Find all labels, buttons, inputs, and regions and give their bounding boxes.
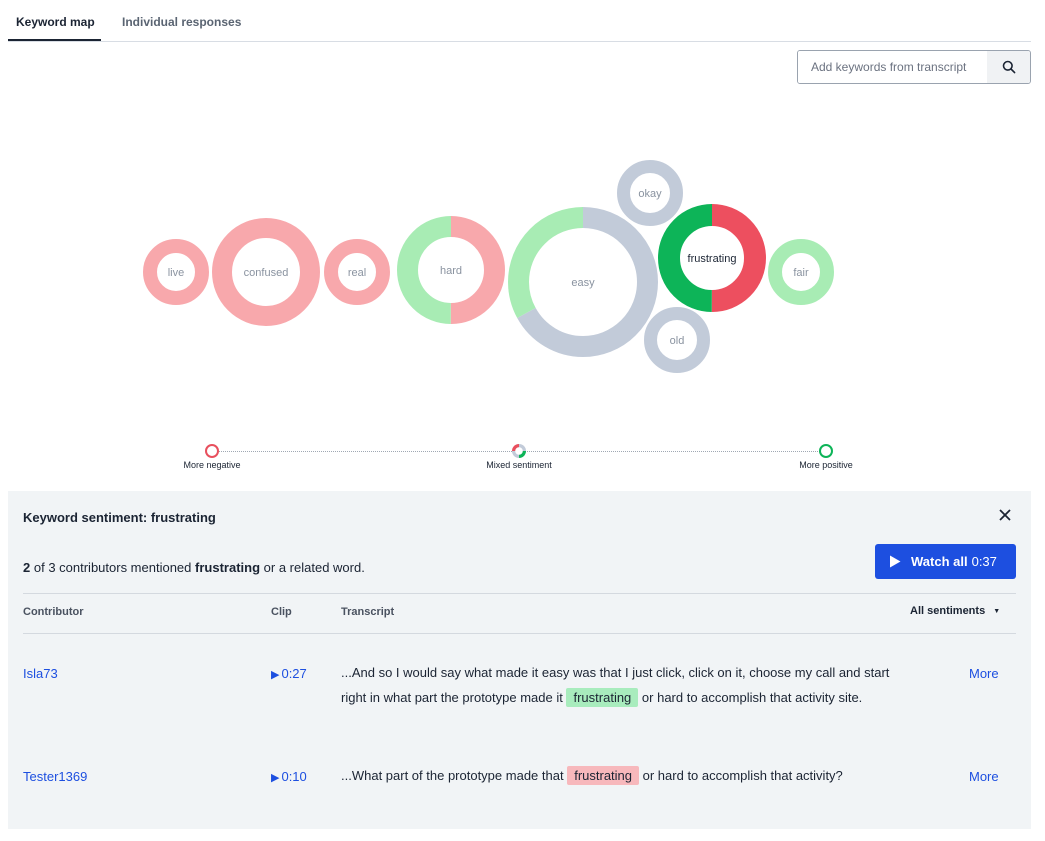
keyword-bubble-frustrating[interactable]: frustrating (658, 204, 766, 312)
mixed-marker (512, 444, 526, 458)
watch-all-duration: 0:37 (971, 554, 997, 569)
divider (23, 593, 1016, 594)
keyword-highlight: frustrating (567, 766, 640, 785)
summary-text-1: of 3 contributors mentioned (33, 560, 192, 575)
keyword-sentiment-panel: Keyword sentiment: frustrating 2 of 3 co… (8, 491, 1031, 829)
keyword-bubble-old[interactable]: old (644, 307, 710, 373)
search-button[interactable] (987, 51, 1030, 83)
active-tab-indicator (8, 39, 101, 41)
keyword-bubble-real[interactable]: real (324, 239, 390, 305)
keyword-highlight: frustrating (566, 687, 639, 707)
caret-down-icon: ▼ (993, 607, 1001, 615)
positive-marker (819, 444, 833, 458)
search-icon (1002, 60, 1015, 74)
keyword-bubble-live[interactable]: live (143, 239, 209, 305)
play-icon: ▶ (271, 772, 280, 784)
keyword-bubble-okay[interactable]: okay (617, 160, 683, 226)
transcript-text: ...And so I would say what made it easy … (341, 661, 901, 710)
bubble-label: fair (793, 267, 809, 279)
close-button[interactable] (995, 505, 1015, 525)
transcript-after: or hard to accomplish that activity site… (641, 689, 863, 705)
play-icon: ▶ (271, 669, 280, 681)
negative-label: More negative (183, 460, 241, 470)
summary-keyword: frustrating (195, 560, 261, 575)
bubble-label: easy (571, 277, 595, 289)
mention-summary: 2 of 3 contributors mentioned frustratin… (23, 560, 365, 575)
keyword-bubble-easy[interactable]: easy (508, 207, 658, 357)
keyword-search-input[interactable] (798, 51, 988, 83)
keyword-search (797, 50, 1031, 84)
divider (23, 633, 1016, 634)
clip-duration: 0:10 (281, 769, 307, 784)
keyword-bubble-fair[interactable]: fair (768, 239, 834, 305)
summary-text-2: or a related word. (263, 560, 365, 575)
mention-count: 2 (23, 560, 31, 575)
panel-title: Keyword sentiment: frustrating (23, 510, 216, 525)
transcript-after: or hard to accomplish that activity? (642, 768, 843, 783)
sentiment-scale: More negative Mixed sentiment More posit… (0, 440, 1045, 476)
bubble-label: live (168, 267, 185, 279)
column-transcript: Transcript (341, 606, 395, 618)
contributor-link[interactable]: Isla73 (23, 666, 58, 681)
more-link[interactable]: More (969, 666, 999, 681)
tab-bar: Keyword map Individual responses (8, 0, 1031, 42)
bubble-label: okay (638, 188, 662, 200)
keyword-bubble-confused[interactable]: confused (212, 218, 320, 326)
transcript-before: ...What part of the prototype made that (341, 768, 564, 783)
watch-all-label: Watch all (911, 554, 968, 569)
more-link[interactable]: More (969, 769, 999, 784)
sentiment-filter-dropdown[interactable]: All sentiments ▼ (910, 605, 1000, 617)
watch-all-button[interactable]: Watch all 0:37 (875, 544, 1016, 579)
keyword-bubble-hard[interactable]: hard (397, 216, 505, 324)
mixed-label: Mixed sentiment (486, 460, 552, 470)
clip-duration: 0:27 (281, 666, 307, 681)
contributor-link[interactable]: Tester1369 (23, 769, 87, 784)
clip-link[interactable]: ▶ 0:27 (271, 666, 307, 681)
column-contributor: Contributor (23, 606, 84, 618)
keyword-bubble-map: live confused real hard easy okay old frustrati… (143, 160, 834, 373)
bubble-label: real (348, 267, 366, 279)
play-icon (890, 555, 901, 568)
bubble-label: confused (244, 267, 289, 279)
bubble-label: hard (440, 265, 462, 277)
close-icon (999, 509, 1011, 521)
tab-individual-responses[interactable]: Individual responses (122, 15, 241, 29)
column-clip: Clip (271, 606, 292, 618)
bubble-label: frustrating (688, 253, 737, 265)
positive-label: More positive (799, 460, 853, 470)
sentiment-filter-label: All sentiments (910, 605, 986, 617)
negative-marker (205, 444, 219, 458)
tab-keyword-map[interactable]: Keyword map (16, 15, 95, 29)
transcript-text: ...What part of the prototype made that … (341, 764, 901, 789)
bubble-label: old (670, 335, 685, 347)
clip-link[interactable]: ▶ 0:10 (271, 769, 307, 784)
